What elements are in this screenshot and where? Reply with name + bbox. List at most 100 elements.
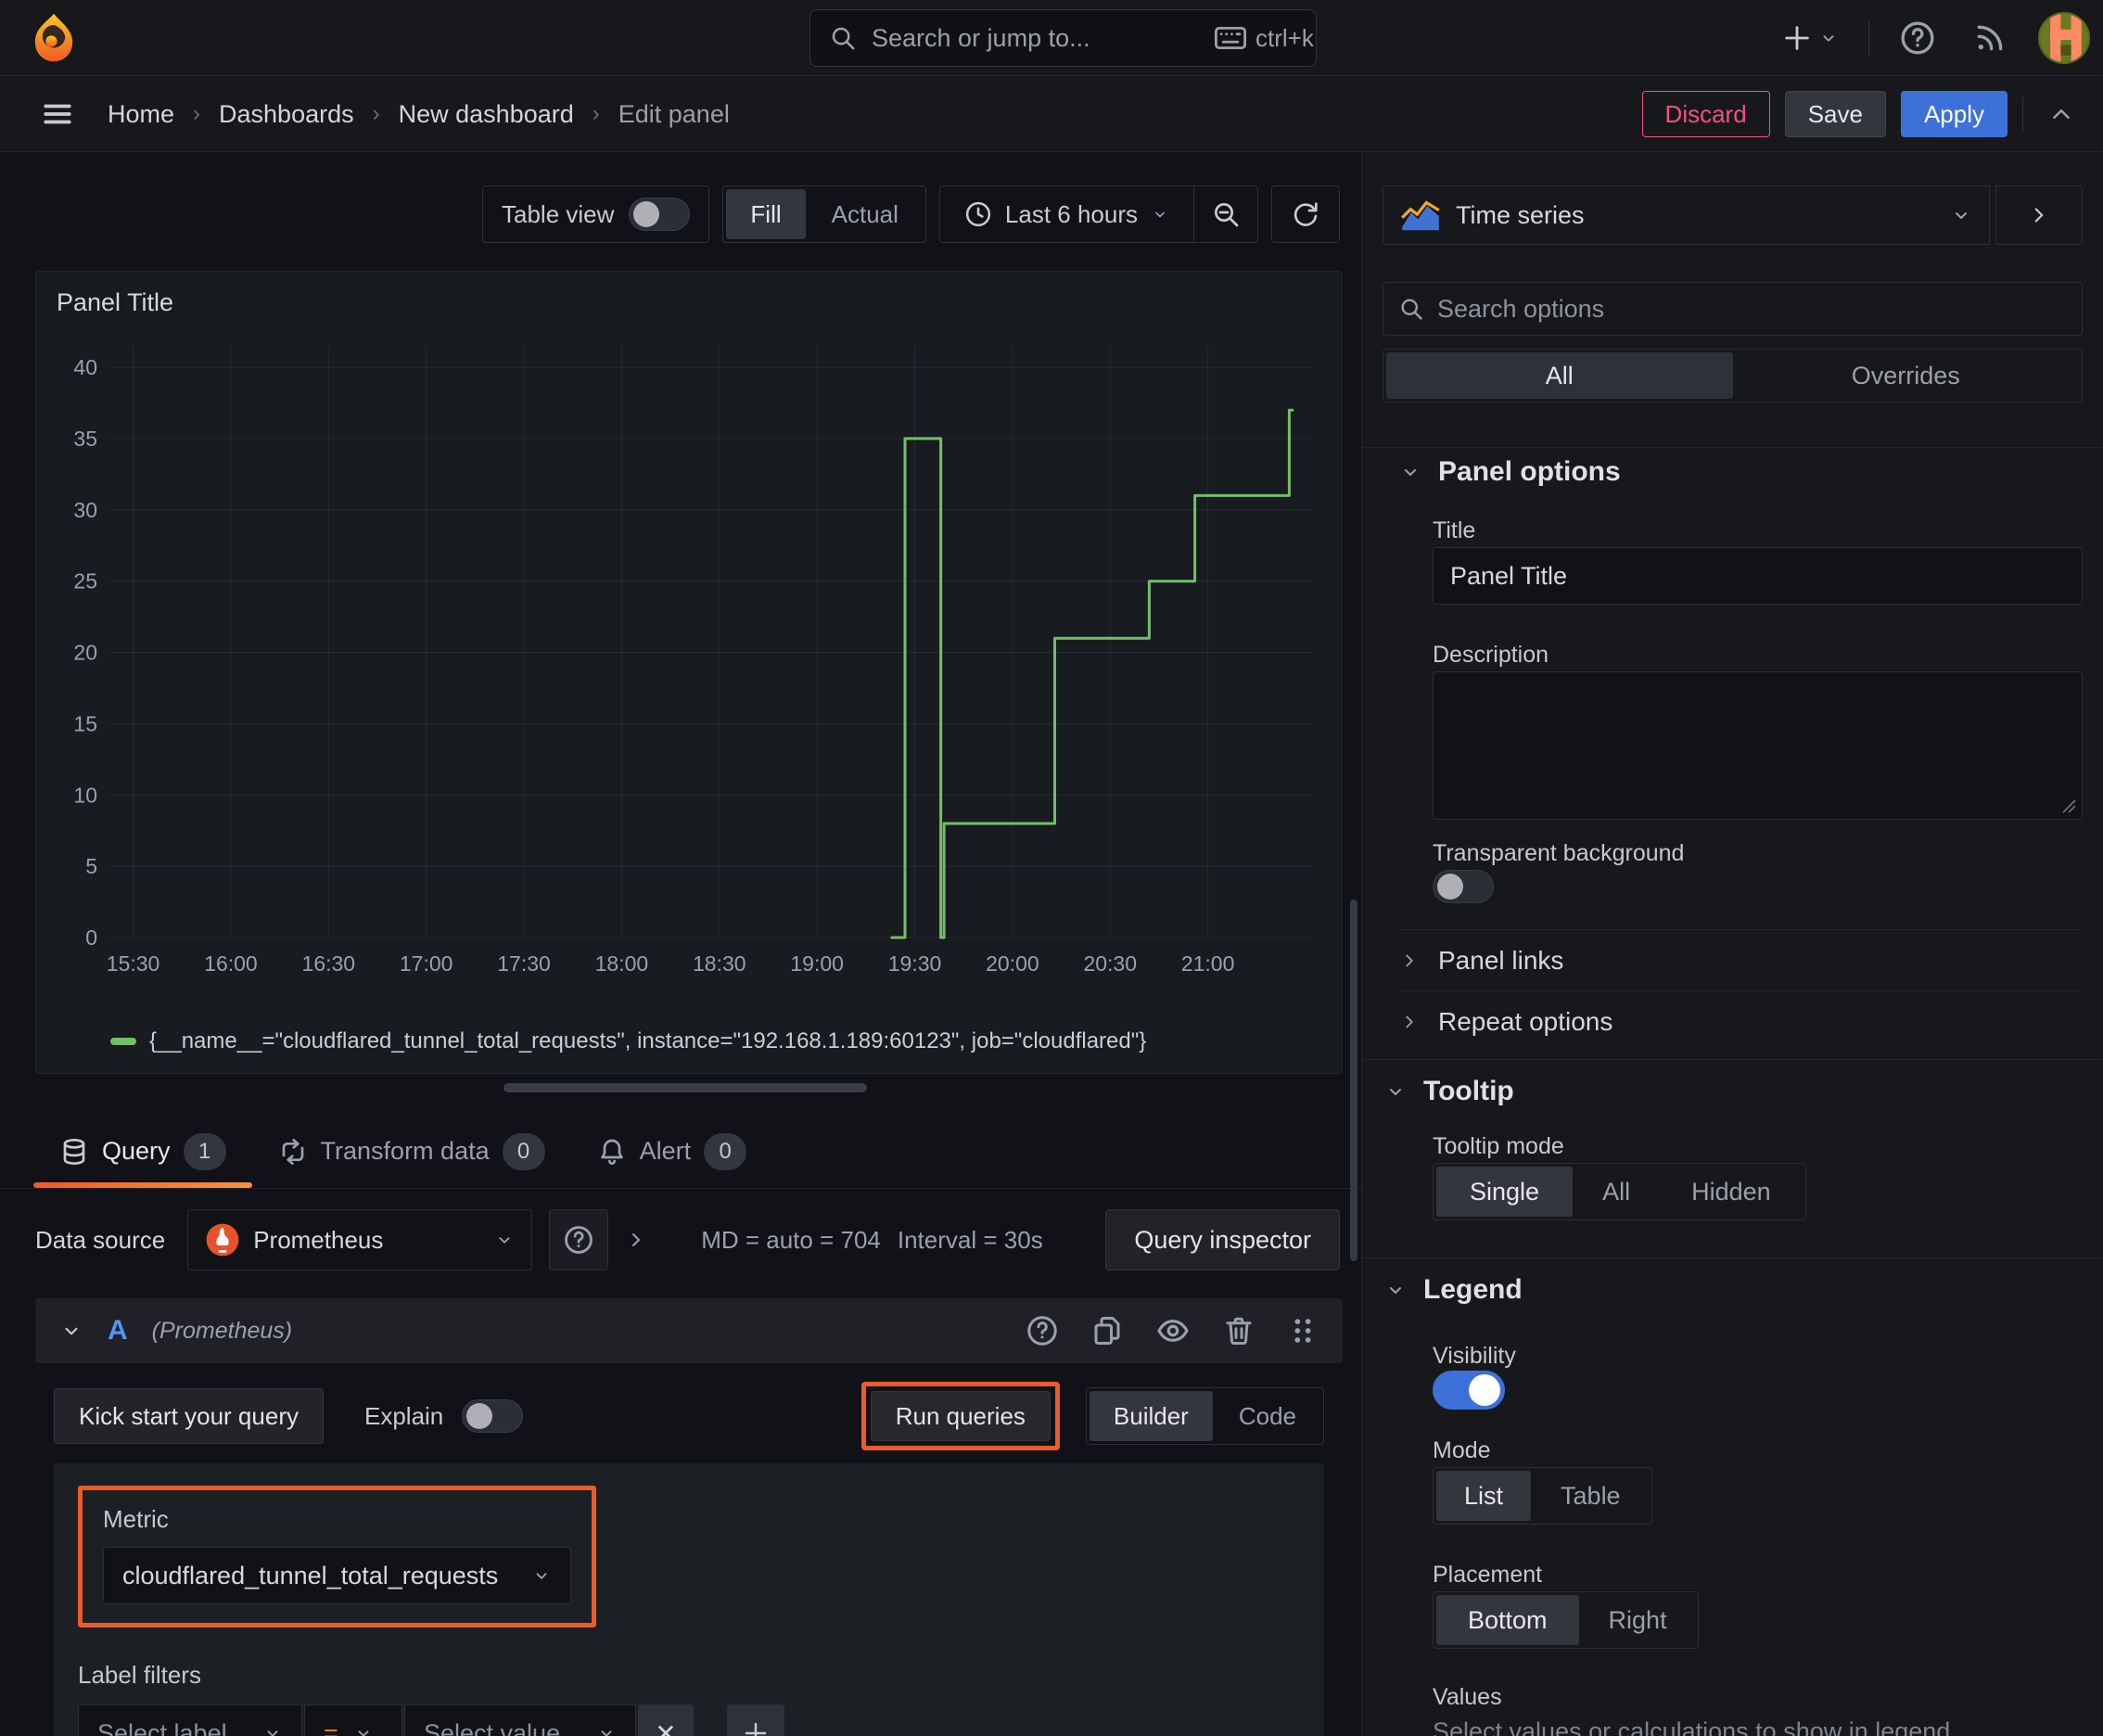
- table-view-group: Table view: [482, 185, 710, 243]
- user-avatar[interactable]: [2038, 12, 2090, 64]
- svg-text:40: 40: [73, 355, 97, 379]
- help-button[interactable]: [1893, 14, 1942, 62]
- viz-suggestions-button[interactable]: [1995, 185, 2083, 245]
- operator-dropdown[interactable]: =: [304, 1704, 402, 1736]
- chevron-down-icon: [1818, 28, 1839, 48]
- drag-handle-icon[interactable]: [1287, 1315, 1319, 1347]
- select-label-dropdown[interactable]: Select label: [78, 1704, 302, 1736]
- breadcrumb-new-dashboard[interactable]: New dashboard: [399, 100, 574, 129]
- tab-alert[interactable]: Alert 0: [571, 1115, 773, 1188]
- chevron-right-icon: ›: [372, 101, 380, 126]
- tab-transform-data[interactable]: Transform data 0: [252, 1115, 571, 1188]
- tab-query[interactable]: Query 1: [33, 1115, 252, 1188]
- panel-options-section-header[interactable]: Panel options: [1399, 456, 1621, 488]
- tooltip-section-header[interactable]: Tooltip: [1384, 1076, 1514, 1107]
- news-button[interactable]: [1966, 14, 2014, 62]
- refresh-button[interactable]: [1271, 185, 1340, 243]
- breadcrumb-edit-panel: Edit panel: [618, 99, 730, 128]
- query-help-button[interactable]: [1026, 1314, 1059, 1347]
- grafana-logo[interactable]: [28, 11, 80, 65]
- legend-item[interactable]: {__name__="cloudflared_tunnel_total_requ…: [110, 1028, 1146, 1054]
- query-row-header[interactable]: A (Prometheus): [35, 1298, 1343, 1363]
- resize-grip-icon: [2062, 799, 2076, 813]
- svg-text:16:00: 16:00: [204, 951, 258, 976]
- datasource-help-button[interactable]: [549, 1209, 609, 1270]
- expand-row-icon[interactable]: [625, 1229, 647, 1251]
- top-nav-bar: ctrl+k: [0, 0, 2103, 76]
- panel-resize-handle[interactable]: [503, 1083, 867, 1092]
- discard-button[interactable]: Discard: [1641, 91, 1770, 137]
- options-search-input[interactable]: [1437, 294, 2067, 324]
- options-search[interactable]: [1383, 282, 2083, 336]
- transparent-bg-toggle[interactable]: [1433, 870, 1494, 903]
- svg-text:21:00: 21:00: [1181, 951, 1235, 976]
- tab-all[interactable]: All: [1386, 352, 1733, 399]
- legend-placement-right[interactable]: Right: [1581, 1595, 1695, 1645]
- query-inspector-button[interactable]: Query inspector: [1105, 1209, 1340, 1270]
- global-search[interactable]: ctrl+k: [809, 9, 1317, 67]
- legend-mode-table[interactable]: Table: [1533, 1471, 1649, 1521]
- panel-links-section[interactable]: Panel links: [1399, 929, 2083, 990]
- fill-option[interactable]: Fill: [726, 189, 806, 239]
- code-option[interactable]: Code: [1215, 1391, 1320, 1441]
- legend-section-header[interactable]: Legend: [1384, 1274, 1523, 1306]
- select-value-dropdown[interactable]: Select value: [404, 1704, 636, 1736]
- chevron-right-icon: [2027, 203, 2051, 227]
- apply-button[interactable]: Apply: [1900, 91, 2007, 137]
- chevron-down-icon: [1950, 204, 1972, 226]
- interval-stat: Interval = 30s: [897, 1225, 1043, 1254]
- legend-mode-label: Mode: [1433, 1437, 1491, 1463]
- query-ref-id[interactable]: A: [108, 1315, 128, 1347]
- series-color-swatch: [110, 1038, 136, 1045]
- chevron-down-icon: [353, 1723, 374, 1736]
- tab-overrides[interactable]: Overrides: [1733, 352, 2080, 399]
- time-range-button[interactable]: Last 6 hours: [940, 189, 1193, 239]
- all-overrides-tabs: All Overrides: [1383, 349, 2083, 402]
- remove-filter-button[interactable]: ✕: [638, 1704, 694, 1736]
- new-menu-button[interactable]: [1776, 17, 1844, 59]
- hide-response-eye-button[interactable]: [1155, 1313, 1191, 1348]
- search-input[interactable]: [872, 23, 1200, 53]
- chevron-up-icon: [2047, 100, 2075, 128]
- visualization-picker[interactable]: Time series: [1383, 185, 1990, 245]
- legend-visibility-toggle[interactable]: [1433, 1371, 1505, 1410]
- search-icon: [829, 24, 857, 52]
- add-filter-button[interactable]: [727, 1704, 784, 1736]
- plus-icon: [1781, 22, 1813, 54]
- time-series-chart[interactable]: 0 5 10 15 20 25 30 35 40 15:30 16:00 16:30 17:00 17:3…: [49, 333, 1327, 982]
- title-field-label: Title: [1433, 517, 1476, 543]
- breadcrumb-dashboards[interactable]: Dashboards: [219, 100, 354, 129]
- legend-placement-bottom[interactable]: Bottom: [1436, 1595, 1579, 1645]
- tooltip-mode-hidden[interactable]: Hidden: [1660, 1167, 1803, 1217]
- main-scrollbar-thumb[interactable]: [1350, 900, 1357, 1261]
- legend-mode-list[interactable]: List: [1436, 1471, 1532, 1521]
- kick-start-button[interactable]: Kick start your query: [54, 1388, 324, 1444]
- explain-toggle[interactable]: [462, 1399, 524, 1433]
- delete-query-button[interactable]: [1222, 1314, 1255, 1347]
- repeat-options-section[interactable]: Repeat options: [1399, 990, 2083, 1052]
- panel-title-input[interactable]: [1433, 547, 2083, 605]
- run-queries-button[interactable]: Run queries: [870, 1391, 1051, 1441]
- zoom-out-button[interactable]: [1194, 189, 1257, 239]
- tooltip-mode-all[interactable]: All: [1574, 1167, 1658, 1217]
- chevron-down-icon[interactable]: [59, 1319, 83, 1343]
- table-view-toggle[interactable]: [629, 198, 691, 231]
- metric-select[interactable]: cloudflared_tunnel_total_requests: [103, 1547, 571, 1604]
- topbar-divider: [1868, 20, 1869, 56]
- series-label: {__name__="cloudflared_tunnel_total_requ…: [149, 1028, 1147, 1053]
- svg-text:20: 20: [73, 641, 97, 665]
- panel-description-textarea[interactable]: [1433, 671, 2083, 820]
- menu-toggle-button[interactable]: [41, 98, 74, 130]
- collapse-options-pane-button[interactable]: [2038, 93, 2084, 135]
- breadcrumb-home[interactable]: Home: [108, 100, 174, 129]
- fill-actual-switch: Fill Actual: [722, 185, 926, 243]
- actual-option[interactable]: Actual: [808, 189, 923, 239]
- tooltip-mode-single[interactable]: Single: [1436, 1167, 1574, 1217]
- panel-title: Panel Title: [57, 288, 174, 316]
- chevron-right-icon: ›: [193, 101, 201, 126]
- save-button[interactable]: Save: [1784, 91, 1886, 137]
- duplicate-query-button[interactable]: [1090, 1314, 1124, 1347]
- timeseries-viz-icon: [1400, 198, 1441, 232]
- datasource-picker[interactable]: Prometheus: [187, 1209, 533, 1270]
- builder-option[interactable]: Builder: [1089, 1391, 1213, 1441]
